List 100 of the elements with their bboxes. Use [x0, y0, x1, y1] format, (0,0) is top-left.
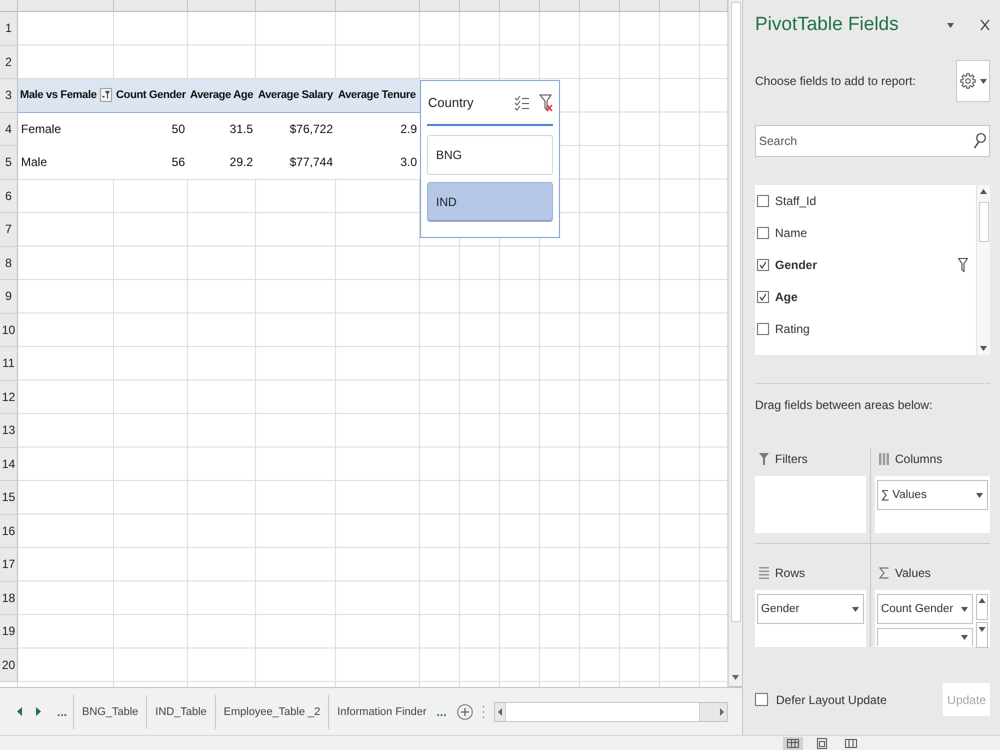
grid-view-icon[interactable] — [783, 736, 803, 750]
caret-icon[interactable] — [961, 635, 968, 640]
add-sheet-icon[interactable] — [456, 704, 473, 720]
filter-button[interactable] — [100, 88, 112, 102]
list-scrollbar[interactable] — [976, 185, 990, 355]
slicer-title: Country — [427, 95, 474, 110]
field-name[interactable]: Gender — [775, 258, 818, 272]
scroll-right-icon[interactable] — [720, 708, 724, 716]
defer-label[interactable]: Defer Layout Update — [776, 692, 887, 706]
row-header[interactable]: 14 — [0, 448, 18, 481]
scroll-down-icon[interactable] — [976, 622, 988, 648]
drop-area[interactable]: Gender — [755, 590, 866, 647]
row-header[interactable]: 18 — [0, 582, 18, 615]
checkbox[interactable] — [757, 259, 769, 271]
sheet-tab[interactable]: BNG_Table — [73, 694, 146, 728]
sheet-tab[interactable]: Employee_Table _2 — [214, 694, 328, 728]
vertical-scrollbar[interactable] — [728, 0, 742, 687]
scrollbar-thumb[interactable] — [978, 202, 988, 242]
area-title: Rows — [775, 566, 806, 580]
checkbox[interactable] — [757, 227, 769, 239]
table-cell: Female — [18, 112, 114, 146]
field-name[interactable]: Rating — [775, 322, 810, 336]
slicer-item[interactable]: IND — [427, 182, 553, 222]
row-header[interactable]: 10 — [0, 314, 18, 347]
caret-icon[interactable] — [852, 606, 859, 612]
scroll-up-icon[interactable] — [976, 594, 988, 620]
row-header[interactable]: 8 — [0, 246, 18, 280]
more-tabs-button[interactable]: ... — [55, 704, 70, 718]
sheet-tab[interactable]: IND_Table — [146, 694, 215, 728]
scroll-down-icon[interactable] — [732, 675, 739, 680]
cell-grid[interactable]: 1 2 3 Male vs Female Count Gender Average Age Average Salary Average Tenure 4 Female 50 31.5 $76,722 2.9 5 Male 56 29.2 $77,744 3.0 6 7 8 9 10 11 12 13 14 15 16 17 18 19 20 Country BNG IND — [0, 0, 728, 687]
row-header[interactable]: 17 — [0, 548, 18, 582]
row-header[interactable]: 3 — [0, 79, 18, 112]
row-header[interactable]: 9 — [0, 280, 18, 314]
caret-icon[interactable] — [961, 606, 968, 612]
table-cell: $77,744 — [256, 146, 336, 180]
columns-icon — [879, 453, 889, 465]
row-header[interactable]: 4 — [0, 112, 18, 146]
drop-area[interactable]: ∑ Values — [875, 476, 990, 533]
gear-icon[interactable] — [960, 73, 976, 89]
scrollbar-thumb[interactable] — [730, 2, 740, 622]
slicer-item[interactable]: BNG — [427, 135, 553, 175]
checkbox[interactable] — [757, 323, 769, 335]
field-button[interactable]: Count Gender — [877, 594, 973, 624]
row-header[interactable]: 2 — [0, 46, 18, 79]
caret-icon[interactable] — [976, 492, 983, 498]
field-name[interactable]: Age — [775, 290, 798, 304]
field-button[interactable] — [877, 628, 973, 646]
scroll-down-icon[interactable] — [980, 346, 987, 351]
search-field[interactable]: Search — [755, 125, 968, 157]
close-icon[interactable] — [980, 19, 990, 31]
scroll-left-icon[interactable] — [498, 708, 502, 716]
search-icon[interactable] — [968, 125, 990, 157]
row-header[interactable]: 5 — [0, 146, 18, 180]
drop-area[interactable]: Count Gender — [875, 590, 990, 647]
row-header[interactable]: 13 — [0, 414, 18, 448]
row-header[interactable]: 7 — [0, 213, 18, 246]
table-cell: $76,722 — [256, 112, 336, 146]
column-header: Count Gender — [116, 89, 186, 102]
table-cell: 50 — [114, 112, 188, 146]
field-name[interactable]: Name — [775, 226, 808, 240]
column-header: Male vs Female — [20, 89, 97, 102]
area-title: Columns — [895, 452, 942, 466]
scroll-right-icon[interactable] — [36, 707, 41, 716]
more-tabs-button[interactable]: ... — [434, 704, 449, 718]
sheet-tab[interactable]: Information Finder — [328, 694, 435, 728]
row-header[interactable]: 12 — [0, 380, 18, 414]
scrollbar-thumb[interactable] — [504, 702, 700, 720]
areas-hint: Drag fields between areas below: — [755, 398, 932, 412]
multi-select-icon[interactable] — [514, 94, 530, 110]
horizontal-scrollbar[interactable] — [494, 702, 728, 722]
row-header[interactable]: 15 — [0, 481, 18, 514]
row-header[interactable]: 16 — [0, 514, 18, 548]
row-header[interactable]: 19 — [0, 615, 18, 648]
table-cell: 3.0 — [336, 146, 420, 180]
field-button[interactable]: Gender — [757, 594, 864, 624]
table-cell: 31.5 — [188, 112, 256, 146]
column-header: Average Salary — [258, 89, 333, 102]
clear-filter-icon[interactable] — [539, 94, 553, 112]
field-button[interactable]: ∑ Values — [877, 480, 988, 510]
scroll-left-icon[interactable] — [17, 707, 22, 716]
row-header[interactable]: 6 — [0, 180, 18, 213]
table-cell: Male — [18, 146, 114, 180]
settings-button[interactable] — [956, 60, 990, 102]
split-handle-icon[interactable] — [482, 704, 485, 718]
sigma-icon — [879, 567, 889, 579]
scroll-up-icon[interactable] — [980, 189, 987, 194]
row-header[interactable]: 11 — [0, 347, 18, 380]
row-header[interactable]: 1 — [0, 12, 18, 46]
field-name[interactable]: Staff_Id — [775, 194, 816, 208]
checkbox[interactable] — [757, 291, 769, 303]
checkbox[interactable] — [757, 195, 769, 207]
row-header[interactable]: 20 — [0, 648, 18, 682]
table-cell: 29.2 — [188, 146, 256, 180]
checkbox[interactable] — [755, 693, 768, 706]
caret-icon[interactable] — [947, 22, 954, 28]
rows-icon — [759, 567, 769, 579]
column-header: Average Tenure — [338, 89, 416, 102]
caret-icon[interactable] — [980, 78, 986, 84]
table-cell: 56 — [114, 146, 188, 180]
